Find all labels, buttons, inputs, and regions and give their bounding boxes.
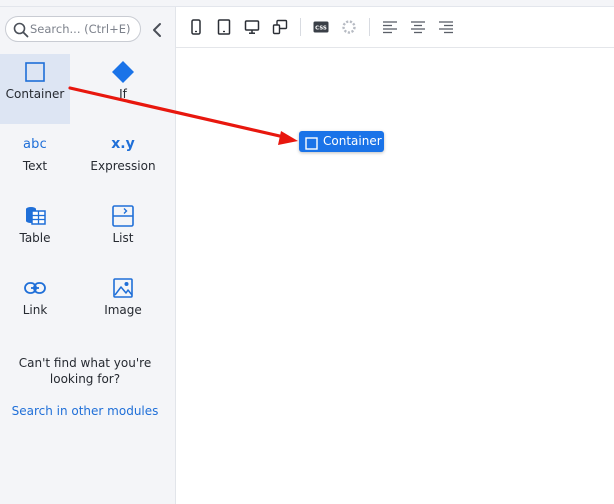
link-icon <box>0 276 70 300</box>
table-icon <box>0 204 70 228</box>
svg-text:CSS: CSS <box>315 26 327 32</box>
widget-sidebar: Container If abc Text x.y Expression <box>0 7 176 504</box>
widget-label: Container <box>5 87 65 101</box>
if-diamond-icon <box>88 60 158 84</box>
tablet-icon[interactable] <box>214 17 234 37</box>
widget-search[interactable] <box>5 16 141 42</box>
widget-label: Table <box>19 231 51 245</box>
widget-label: Image <box>104 303 142 317</box>
widget-link[interactable]: Link <box>0 270 70 340</box>
top-strip <box>0 0 614 7</box>
css-icon[interactable]: CSS <box>311 17 331 37</box>
search-input[interactable] <box>30 19 136 39</box>
widget-container[interactable]: Container <box>0 54 70 124</box>
widget-list[interactable]: List <box>88 198 158 268</box>
collapse-sidebar-icon[interactable] <box>150 21 166 39</box>
canvas-toolbar: CSS <box>176 7 614 48</box>
responsive-icon[interactable] <box>270 17 290 37</box>
widget-label: Expression <box>90 159 156 173</box>
list-icon <box>88 204 158 228</box>
align-right-icon[interactable] <box>436 17 456 37</box>
phone-icon[interactable] <box>186 17 206 37</box>
container-icon <box>305 135 318 150</box>
search-icon <box>12 21 30 39</box>
widget-if[interactable]: If <box>88 54 158 124</box>
align-left-icon[interactable] <box>380 17 400 37</box>
toolbar-divider <box>369 18 370 36</box>
align-center-icon[interactable] <box>408 17 428 37</box>
widget-label: Text <box>22 159 48 173</box>
widget-label: List <box>112 231 134 245</box>
app-window: Container If abc Text x.y Expression <box>0 0 614 504</box>
widget-expression[interactable]: x.y Expression <box>88 126 158 196</box>
expression-icon: x.y <box>111 136 135 152</box>
container-icon <box>0 60 70 84</box>
image-icon <box>88 276 158 300</box>
widget-text[interactable]: abc Text <box>0 126 70 196</box>
design-canvas[interactable] <box>176 48 614 504</box>
widget-image[interactable]: Image <box>88 270 158 340</box>
text-abc-icon: abc <box>23 136 47 152</box>
drag-chip-label: Container <box>323 134 382 148</box>
widget-table[interactable]: Table <box>0 198 70 268</box>
widget-label: If <box>119 87 127 101</box>
toolbar-divider <box>300 18 301 36</box>
search-other-modules-link[interactable]: Search in other modules <box>0 403 170 419</box>
loading-icon[interactable] <box>339 17 359 37</box>
cant-find-text: Can't find what you're looking for? <box>18 356 152 386</box>
desktop-icon[interactable] <box>242 17 262 37</box>
widget-label: Link <box>22 303 48 317</box>
dragged-container-chip[interactable]: Container <box>299 131 384 152</box>
